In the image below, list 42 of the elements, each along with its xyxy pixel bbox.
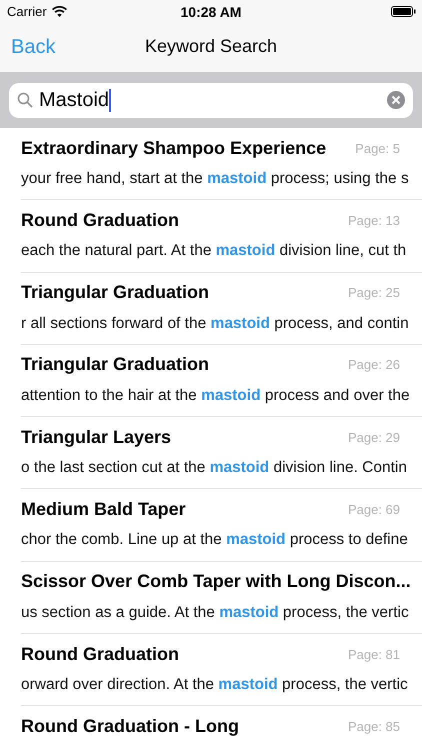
result-row[interactable]: Medium Bald Taper Page: 69 chor the comb. Line up at the mastoid process to define bbox=[21, 489, 422, 562]
page-number: Page: 5 bbox=[355, 140, 400, 156]
result-row[interactable]: Triangular Graduation Page: 25 r all sections forward of the mastoid process, and contin bbox=[21, 272, 422, 345]
carrier-label: Carrier bbox=[7, 4, 47, 18]
battery-icon bbox=[391, 6, 416, 16]
result-snippet: o the last section cut at the mastoid division line. Contin bbox=[21, 458, 407, 478]
result-title: Triangular Layers bbox=[21, 426, 172, 448]
result-snippet: r all sections forward of the mastoid process, and contin bbox=[21, 314, 409, 334]
page-number: Page: 26 bbox=[348, 357, 400, 372]
result-snippet: us section as a guide. At the mastoid process, the vertic bbox=[21, 602, 409, 623]
page-number: Page: 81 bbox=[348, 646, 400, 662]
result-row[interactable]: Scissor Over Comb Taper with Long Discon... us section as a guide. At the mastoid process, the vertic bbox=[21, 562, 422, 634]
result-snippet: chor the comb. Line up at the mastoid process to define bbox=[21, 530, 408, 550]
result-row[interactable]: Round Graduation - Long Page: 85 bbox=[21, 706, 422, 746]
page-number: Page: 13 bbox=[348, 212, 400, 228]
result-title: Round Graduation bbox=[21, 644, 179, 665]
result-row[interactable]: Triangular Graduation Page: 26 attention to the hair at the mastoid process and over the bbox=[21, 344, 422, 418]
result-snippet: each the natural part. At the mastoid division line, cut th bbox=[21, 241, 406, 262]
result-snippet: attention to the hair at the mastoid process and over the bbox=[21, 386, 410, 406]
result-row[interactable]: Triangular Layers Page: 29 o the last section cut at the mastoid division line. Contin bbox=[21, 417, 422, 490]
result-row[interactable]: Extraordinary Shampoo Experience Page: 5 your free hand, start at the mastoid process; using the s bbox=[21, 128, 422, 200]
wifi-icon bbox=[52, 6, 67, 16]
result-title: Extraordinary Shampoo Experience bbox=[21, 138, 326, 158]
result-title: Round Graduation bbox=[21, 210, 179, 231]
result-snippet: your free hand, start at the mastoid process; using the s bbox=[21, 169, 409, 189]
search-field[interactable]: Mastoid bbox=[9, 82, 413, 118]
page-number: Page: 25 bbox=[348, 285, 400, 300]
result-title: Scissor Over Comb Taper with Long Discon... bbox=[21, 571, 411, 592]
page-number: Page: 29 bbox=[348, 430, 400, 445]
page-number: Page: 85 bbox=[348, 718, 400, 734]
page-number: Page: 69 bbox=[348, 502, 400, 517]
result-snippet: orward over direction. At the mastoid process, the vertic bbox=[21, 675, 408, 696]
result-title: Round Graduation - Long bbox=[21, 716, 239, 737]
result-title: Triangular Graduation bbox=[21, 282, 210, 304]
clear-icon[interactable] bbox=[387, 91, 405, 109]
result-row[interactable]: Round Graduation Page: 13 each the natural part. At the mastoid division line, cut th bbox=[21, 200, 422, 273]
result-title: Medium Bald Taper bbox=[21, 498, 186, 520]
screen-title: Keyword Search bbox=[144, 36, 278, 57]
result-title: Triangular Graduation bbox=[21, 354, 210, 376]
result-row[interactable]: Round Graduation Page: 81 orward over direction. At the mastoid process, the vertic bbox=[21, 634, 422, 706]
clock-time: 10:28 AM bbox=[180, 4, 242, 20]
search-icon bbox=[17, 92, 33, 108]
